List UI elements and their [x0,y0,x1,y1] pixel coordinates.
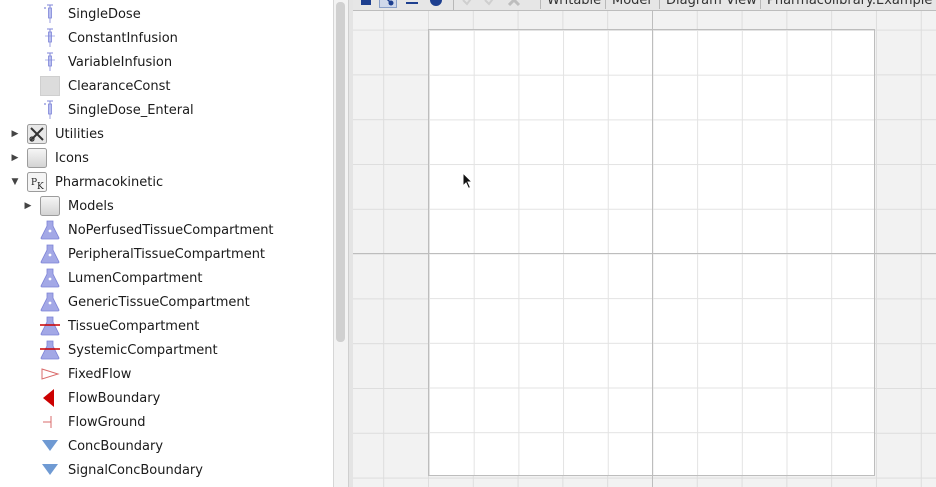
tree-item-label: FlowBoundary [68,390,161,406]
folder-box-icon [40,196,60,216]
tree-item-label: SystemicCompartment [68,342,218,358]
flow-ground-icon [40,412,60,432]
syringe-icon [40,100,60,120]
tree-item[interactable]: SignalConcBoundary [40,458,203,482]
tree-item[interactable]: FixedFlow [40,362,131,386]
mouse-cursor-icon [462,172,474,190]
pk-icon: PK [27,172,47,192]
view-mode-label: Diagram View [659,0,763,9]
expand-arrow-down-icon[interactable]: ▼ [10,177,20,187]
blank-square-icon [40,76,60,96]
tree-item-label: SingleDose_Enteral [68,102,194,118]
diagram-canvas[interactable] [353,11,936,487]
tree-item-label: FlowGround [68,414,146,430]
tree-item-label: Pharmacokinetic [55,174,164,190]
check-icon [462,0,472,6]
folder-box-icon [27,148,47,168]
flask-redline-icon [40,340,60,360]
flask-icon [40,268,60,288]
toolbar-info-button[interactable] [427,0,445,8]
expand-arrow-right-icon[interactable]: ▶ [10,153,20,163]
tree-item[interactable]: Models [40,194,114,218]
tree-item[interactable]: ConcBoundary [40,434,163,458]
tree-item-label: SignalConcBoundary [68,462,203,478]
tree-item[interactable]: FlowBoundary [40,386,160,410]
diagram-toolbar: Writable Model Diagram View Pharmacolibr… [353,0,936,11]
tree-item-label: Models [68,198,114,214]
infusion-icon [40,28,60,48]
tree-item[interactable]: TissueCompartment [40,314,199,338]
tree-scrollbar[interactable] [333,0,348,487]
tree-item[interactable]: SingleDose_Enteral [40,98,194,122]
syringe-icon [40,4,60,24]
tree-item[interactable]: GenericTissueCompartment [40,290,250,314]
tree-item[interactable]: LumenCompartment [40,266,203,290]
diagram-icon [386,0,394,6]
tree-item-label: NoPerfusedTissueCompartment [68,222,274,238]
grid-view-icon [361,0,371,5]
red-triangle-icon [40,388,60,408]
tree-item-label: TissueCompartment [68,318,200,334]
toolbar-check-all-button[interactable] [481,0,499,8]
tree-scrollbar-thumb[interactable] [336,2,345,342]
blue-down-triangle-icon [40,460,60,480]
toolbar-icon-view-button[interactable] [357,0,375,8]
tree-item[interactable]: P K Pharmacokinetic [27,170,163,194]
tree-item[interactable]: SingleDose [40,2,141,26]
tree-item-label: FixedFlow [68,366,132,382]
tree-item[interactable]: Icons [27,146,89,170]
access-status-label: Writable [540,0,607,9]
info-icon [430,0,442,6]
tree-item[interactable]: FlowGround [40,410,146,434]
tree-item[interactable]: ConstantInfusion [40,26,178,50]
restriction-label: Model [605,0,657,9]
tree-item-label: VariableInfusion [68,54,173,70]
tree-item[interactable]: ClearanceConst [40,74,171,98]
text-lines-icon [406,2,418,4]
outline-triangle-icon [40,364,60,384]
tree-item-label: ConstantInfusion [68,30,178,46]
tree-item[interactable]: PeripheralTissueCompartment [40,242,265,266]
flask-icon [40,244,60,264]
tree-item-label: Icons [55,150,89,166]
toolbar-check-button[interactable] [459,0,477,8]
expand-arrow-right-icon[interactable]: ▶ [23,201,33,211]
tree-item-label: SingleDose [68,6,141,22]
model-path-label: Pharmacolibrary.Example [760,0,936,9]
tree-item-label: GenericTissueCompartment [68,294,250,310]
flask-redline-icon [40,316,60,336]
blue-down-triangle-icon [40,436,60,456]
flask-icon [40,220,60,240]
simulate-icon [507,0,521,7]
tree-item[interactable]: SystemicCompartment [40,338,218,362]
tree-item-label: ConcBoundary [68,438,164,454]
infusion-icon [40,52,60,72]
tree-item[interactable]: NoPerfusedTissueCompartment [40,218,274,242]
toolbar-diagram-view-button[interactable] [379,0,397,8]
tree-item-label: PeripheralTissueCompartment [68,246,266,262]
svg-text:K: K [37,182,44,192]
expand-arrow-right-icon[interactable]: ▶ [10,129,20,139]
tools-icon [27,124,47,144]
toolbar-simulate-button[interactable] [505,0,523,8]
toolbar-text-view-button[interactable] [403,0,421,8]
tree-item[interactable]: Utilities [27,122,104,146]
diagram-sheet[interactable] [428,29,875,476]
tree-item-label: ClearanceConst [68,78,171,94]
library-tree-panel[interactable]: SingleDose ConstantInfusion VariableInfusi… [0,0,333,487]
tree-item[interactable]: VariableInfusion [40,50,172,74]
tree-item-label: Utilities [55,126,104,142]
flask-icon [40,292,60,312]
tree-item-label: LumenCompartment [68,270,203,286]
check-double-icon [484,0,494,6]
